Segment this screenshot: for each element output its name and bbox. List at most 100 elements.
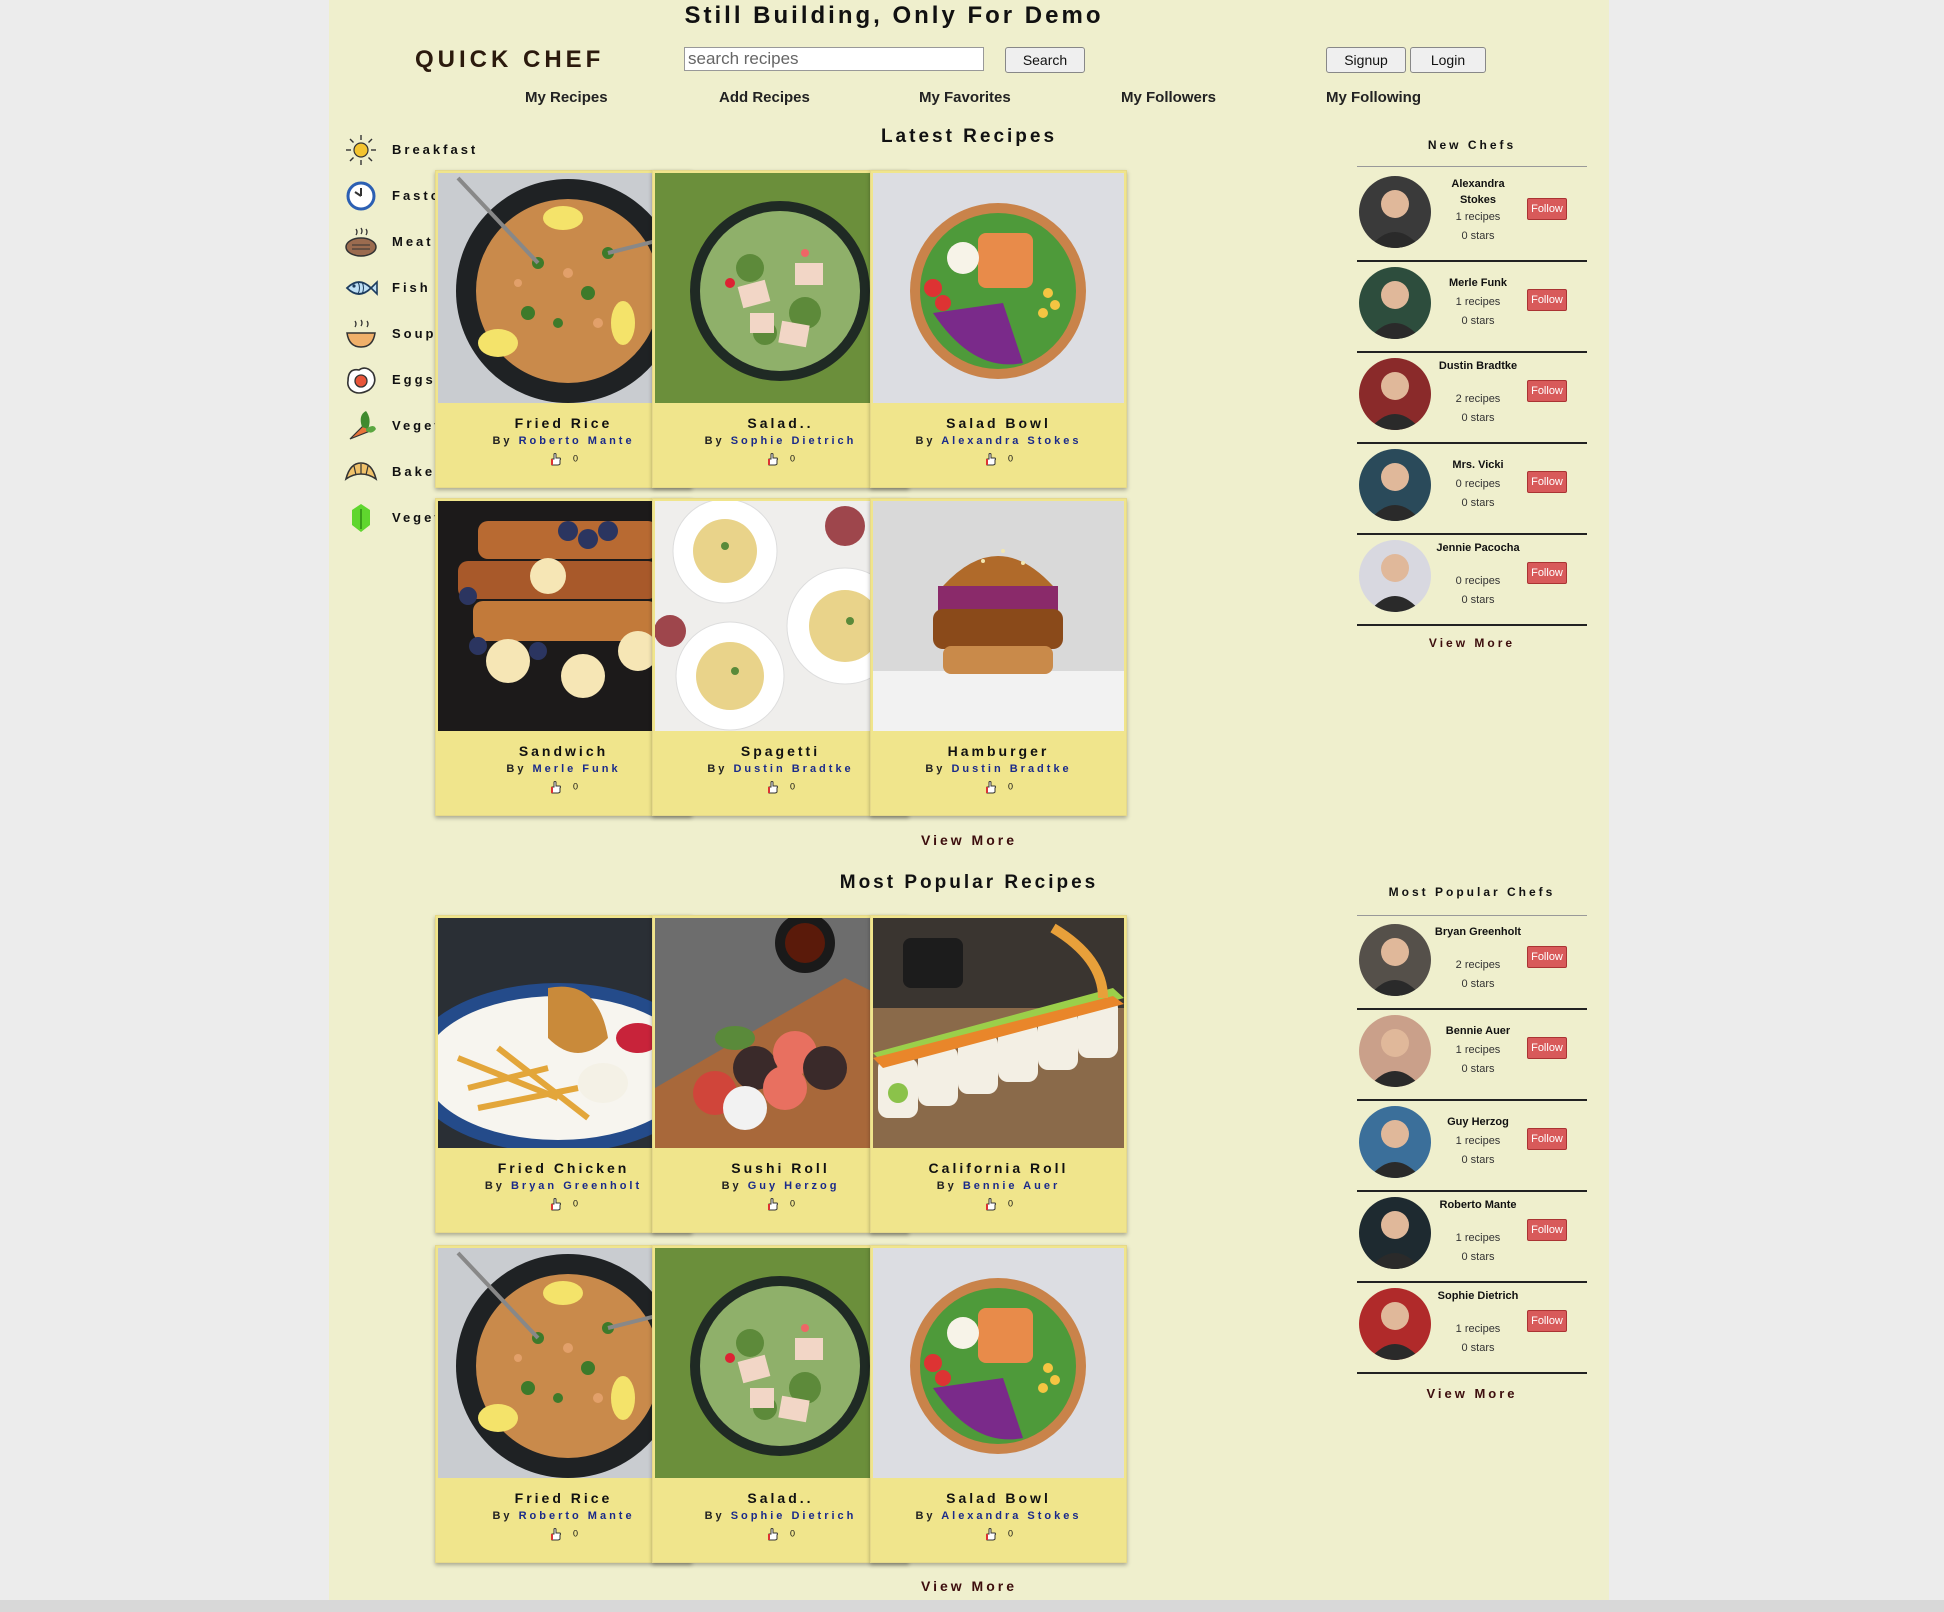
chef-item[interactable]: Mrs. Vicki 0 recipes 0 stars Follow	[1357, 443, 1587, 535]
chef-name[interactable]: Alexandra Stokes	[1433, 176, 1523, 208]
popular-chefs-view-more[interactable]: View More	[1357, 1386, 1587, 1401]
chef-name[interactable]: Roberto Mante	[1433, 1197, 1523, 1213]
popular-view-more[interactable]: View More	[799, 1578, 1139, 1594]
recipe-image[interactable]	[873, 173, 1124, 403]
recipe-author-link[interactable]: Guy Herzog	[748, 1180, 840, 1192]
chef-name[interactable]: Bryan Greenholt	[1433, 924, 1523, 940]
like-hand-icon[interactable]	[984, 1527, 998, 1541]
chef-avatar[interactable]	[1359, 1106, 1431, 1178]
recipe-title[interactable]: Hamburger	[871, 743, 1126, 759]
recipe-image[interactable]	[655, 501, 906, 731]
like-hand-icon[interactable]	[984, 780, 998, 794]
recipe-card[interactable]: Salad Bowl By Alexandra Stokes 0	[870, 170, 1127, 488]
recipe-author-link[interactable]: Roberto Mante	[519, 1510, 635, 1522]
recipe-image[interactable]	[655, 173, 906, 403]
recipe-card[interactable]: Salad Bowl By Alexandra Stokes 0	[870, 1245, 1127, 1563]
chef-avatar[interactable]	[1359, 924, 1431, 996]
follow-button[interactable]: Follow	[1527, 946, 1567, 968]
latest-view-more[interactable]: View More	[799, 832, 1139, 848]
signup-button[interactable]: Signup	[1326, 47, 1406, 73]
recipe-card[interactable]: Hamburger By Dustin Bradtke 0	[870, 498, 1127, 816]
like-hand-icon[interactable]	[766, 1527, 780, 1541]
follow-button[interactable]: Follow	[1527, 380, 1567, 402]
like-hand-icon[interactable]	[984, 452, 998, 466]
chef-item[interactable]: Bryan Greenholt 2 recipes 0 stars Follow	[1357, 918, 1587, 1010]
search-input[interactable]	[684, 47, 984, 71]
recipe-image[interactable]	[873, 501, 1124, 731]
nav-add-recipes[interactable]: Add Recipes	[719, 89, 810, 106]
chef-item[interactable]: Sophie Dietrich 1 recipes 0 stars Follow	[1357, 1282, 1587, 1374]
like-hand-icon[interactable]	[766, 452, 780, 466]
follow-button[interactable]: Follow	[1527, 1128, 1567, 1150]
chef-avatar[interactable]	[1359, 176, 1431, 248]
recipe-author-link[interactable]: Dustin Bradtke	[733, 763, 853, 775]
like-hand-icon[interactable]	[766, 780, 780, 794]
chef-avatar[interactable]	[1359, 540, 1431, 612]
chef-name[interactable]: Sophie Dietrich	[1433, 1288, 1523, 1304]
follow-button[interactable]: Follow	[1527, 289, 1567, 311]
divider	[1357, 166, 1587, 167]
new-chefs-view-more[interactable]: View More	[1357, 636, 1587, 650]
chef-item[interactable]: Dustin Bradtke 2 recipes 0 stars Follow	[1357, 352, 1587, 444]
recipe-title[interactable]: Salad Bowl	[871, 415, 1126, 431]
recipe-image[interactable]	[655, 918, 906, 1148]
recipe-author-link[interactable]: Alexandra Stokes	[941, 435, 1081, 447]
recipe-author-link[interactable]: Dustin Bradtke	[951, 763, 1071, 775]
chef-item[interactable]: Alexandra Stokes 1 recipes 0 stars Follow	[1357, 170, 1587, 262]
search-button[interactable]: Search	[1005, 47, 1085, 73]
like-hand-icon[interactable]	[549, 1527, 563, 1541]
recipe-title[interactable]: Salad Bowl	[871, 1490, 1126, 1506]
recipe-author-link[interactable]: Merle Funk	[533, 763, 621, 775]
nav-my-recipes[interactable]: My Recipes	[525, 89, 608, 106]
chef-name[interactable]: Dustin Bradtke	[1433, 358, 1523, 374]
chef-avatar[interactable]	[1359, 449, 1431, 521]
like-hand-icon[interactable]	[549, 452, 563, 466]
nav-my-following[interactable]: My Following	[1326, 89, 1421, 106]
follow-button[interactable]: Follow	[1527, 1037, 1567, 1059]
chef-item[interactable]: Jennie Pacocha 0 recipes 0 stars Follow	[1357, 534, 1587, 626]
nav-my-followers[interactable]: My Followers	[1121, 89, 1216, 106]
chef-name[interactable]: Jennie Pacocha	[1433, 540, 1523, 556]
recipe-author-link[interactable]: Sophie Dietrich	[731, 1510, 857, 1522]
chef-item[interactable]: Bennie Auer 1 recipes 0 stars Follow	[1357, 1009, 1587, 1101]
category-breakfast[interactable]: Breakfast	[344, 133, 504, 169]
chef-item[interactable]: Roberto Mante 1 recipes 0 stars Follow	[1357, 1191, 1587, 1283]
follow-button[interactable]: Follow	[1527, 471, 1567, 493]
follow-button[interactable]: Follow	[1527, 198, 1567, 220]
chef-name[interactable]: Merle Funk	[1433, 275, 1523, 291]
recipe-image[interactable]	[873, 918, 1124, 1148]
by-label: By	[506, 763, 527, 775]
nav-my-favorites[interactable]: My Favorites	[919, 89, 1011, 106]
recipe-image[interactable]	[873, 1248, 1124, 1478]
chef-avatar[interactable]	[1359, 1288, 1431, 1360]
like-count: 0	[1007, 1198, 1013, 1209]
follow-button[interactable]: Follow	[1527, 1219, 1567, 1241]
chef-item[interactable]: Guy Herzog 1 recipes 0 stars Follow	[1357, 1100, 1587, 1192]
recipe-author-link[interactable]: Bennie Auer	[963, 1180, 1060, 1192]
chef-name[interactable]: Guy Herzog	[1433, 1114, 1523, 1130]
chef-name[interactable]: Mrs. Vicki	[1433, 457, 1523, 473]
chef-avatar[interactable]	[1359, 358, 1431, 430]
like-hand-icon[interactable]	[549, 1197, 563, 1211]
recipe-author-link[interactable]: Alexandra Stokes	[941, 1510, 1081, 1522]
like-hand-icon[interactable]	[766, 1197, 780, 1211]
chef-avatar[interactable]	[1359, 1197, 1431, 1269]
follow-button[interactable]: Follow	[1527, 562, 1567, 584]
recipe-author-link[interactable]: Bryan Greenholt	[511, 1180, 642, 1192]
recipe-image[interactable]	[655, 1248, 906, 1478]
like-hand-icon[interactable]	[984, 1197, 998, 1211]
login-button[interactable]: Login	[1410, 47, 1486, 73]
recipe-card[interactable]: California Roll By Bennie Auer 0	[870, 915, 1127, 1233]
follow-button[interactable]: Follow	[1527, 1310, 1567, 1332]
chef-avatar[interactable]	[1359, 267, 1431, 339]
like-count: 0	[572, 1528, 578, 1539]
recipe-author-link[interactable]: Roberto Mante	[519, 435, 635, 447]
recipe-author-link[interactable]: Sophie Dietrich	[731, 435, 857, 447]
site-logo[interactable]: QUICK CHEF	[415, 46, 604, 74]
like-hand-icon[interactable]	[549, 780, 563, 794]
chef-item[interactable]: Merle Funk 1 recipes 0 stars Follow	[1357, 261, 1587, 353]
recipe-title[interactable]: California Roll	[871, 1160, 1126, 1176]
chef-avatar[interactable]	[1359, 1015, 1431, 1087]
recipe-byline: By Alexandra Stokes	[871, 1510, 1126, 1522]
chef-name[interactable]: Bennie Auer	[1433, 1023, 1523, 1039]
